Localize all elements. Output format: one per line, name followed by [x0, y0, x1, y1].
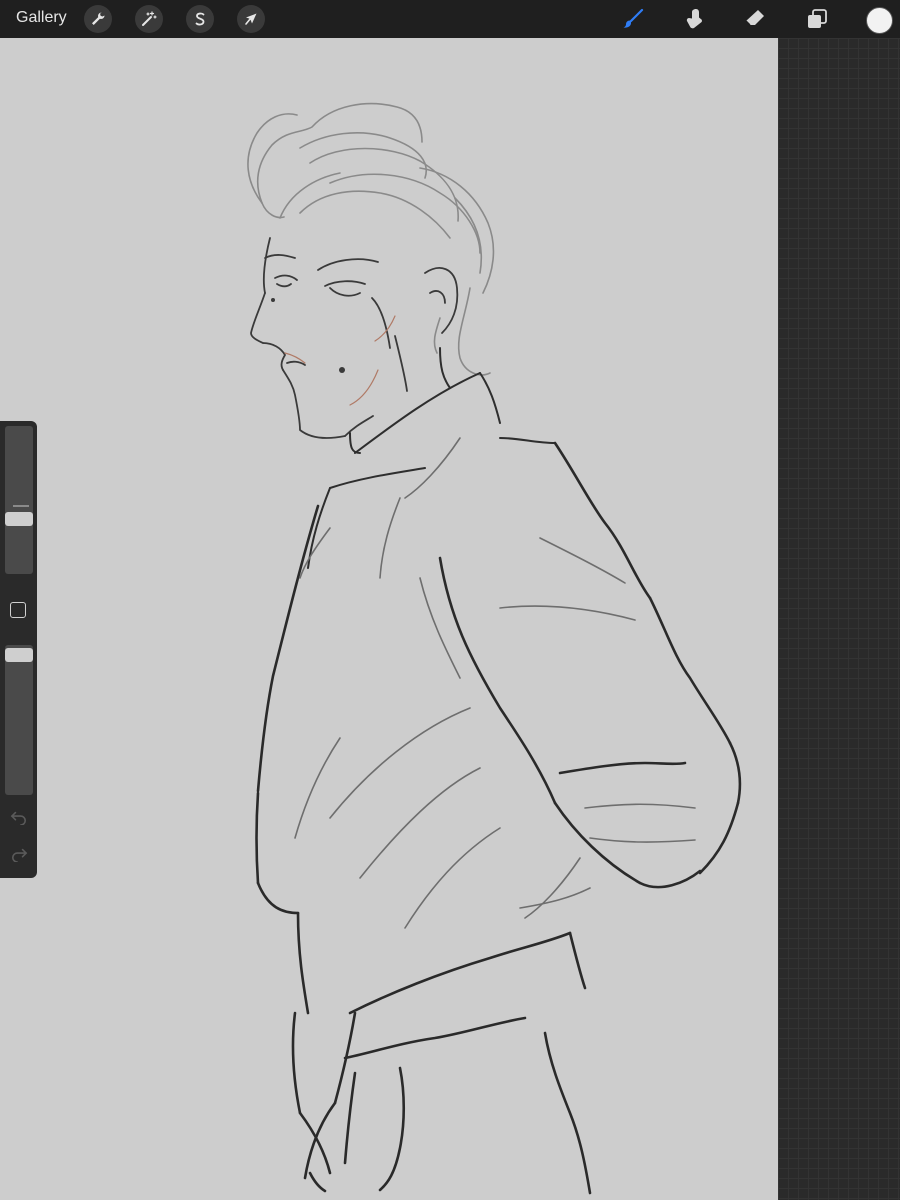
brush-size-thumb[interactable] [5, 512, 33, 526]
eraser-icon [745, 10, 764, 26]
smudge-tool-button[interactable] [679, 5, 709, 33]
color-picker-button[interactable] [866, 7, 893, 34]
opacity-slider[interactable] [5, 645, 33, 795]
brush-size-slider[interactable] [5, 426, 33, 574]
slider-tick-mark [13, 505, 29, 507]
sketch-artwork [247, 102, 742, 1195]
undo-button[interactable] [9, 808, 29, 826]
transform-button[interactable] [237, 5, 265, 33]
redo-icon [11, 848, 28, 862]
brush-icon [623, 8, 644, 28]
brush-tool-button[interactable] [618, 5, 648, 33]
eraser-tool-button[interactable] [740, 5, 770, 33]
redo-button[interactable] [9, 845, 29, 863]
shirt-fold-lines [294, 437, 696, 929]
adjustments-button[interactable] [135, 5, 163, 33]
arrow-cursor-icon [245, 13, 257, 25]
hair-strokes [247, 102, 495, 376]
selection-s-icon [195, 12, 205, 26]
smudge-finger-icon [686, 9, 702, 29]
left-sidebar [0, 421, 37, 878]
drawing-canvas[interactable] [0, 38, 778, 1200]
layers-button[interactable] [802, 5, 832, 33]
collar-strokes [307, 347, 556, 569]
workspace-background [778, 38, 900, 1200]
top-toolbar: Gallery [0, 0, 900, 38]
face-strokes [250, 237, 459, 439]
actions-button[interactable] [84, 5, 112, 33]
magic-wand-icon [142, 11, 157, 26]
wrench-icon [92, 12, 105, 25]
opacity-thumb[interactable] [5, 648, 33, 662]
selection-button[interactable] [186, 5, 214, 33]
layers-icon [808, 9, 827, 28]
shirt-outline [255, 441, 742, 1195]
face-color-accent [284, 315, 396, 406]
modify-button[interactable] [10, 602, 26, 618]
undo-icon [10, 811, 27, 825]
gallery-button[interactable]: Gallery [16, 9, 67, 27]
